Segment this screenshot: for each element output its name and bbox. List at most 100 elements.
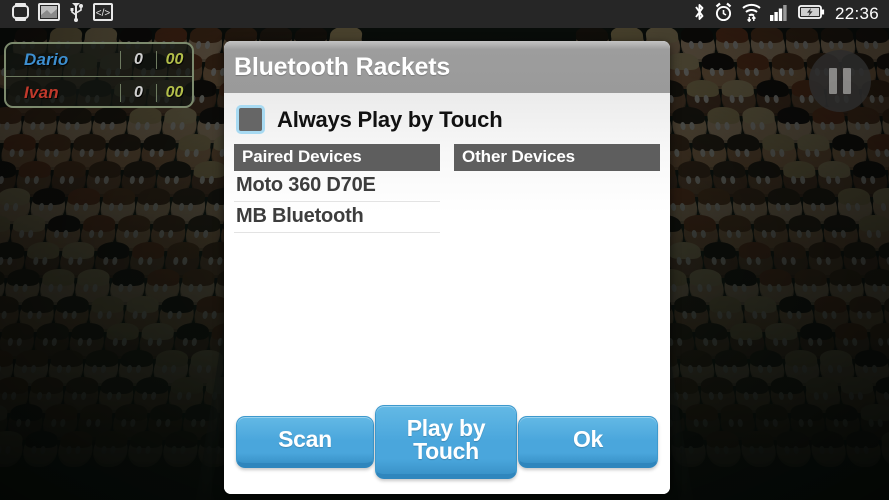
crowd-head-hair — [106, 323, 140, 340]
other-devices-column: Other Devices — [454, 144, 660, 392]
crowd-head-hair — [2, 134, 37, 151]
crowd-head — [879, 431, 889, 467]
crowd-head-hair — [787, 215, 822, 232]
crowd-head-hair — [859, 404, 889, 421]
crowd-head — [809, 431, 848, 467]
crowd-head — [704, 431, 743, 467]
crowd-head — [0, 431, 25, 467]
crowd-head — [739, 431, 778, 467]
dialog-title: Bluetooth Rackets — [234, 52, 451, 81]
crowd-head-hair — [819, 26, 854, 43]
paired-devices-list[interactable]: Moto 360 D70E MB Bluetooth — [234, 171, 440, 392]
crowd-head-hair — [857, 215, 889, 232]
crowd-head-hair — [135, 377, 170, 394]
scoreboard: Dario 0 00 Ivan 0 00 — [4, 42, 194, 108]
crowd-head-hair — [128, 107, 163, 124]
crowd-head-hair — [828, 269, 863, 286]
crowd-head-hair — [119, 26, 154, 43]
player2-games: 0 — [120, 83, 156, 102]
crowd-head-hair — [848, 296, 883, 313]
crowd-head-hair — [699, 377, 734, 394]
crowd-head-hair — [776, 107, 811, 124]
crowd-head-hair — [131, 242, 166, 259]
crowd-head-hair — [755, 80, 790, 97]
crowd-head-hair — [6, 269, 41, 286]
play-by-touch-button[interactable]: Play by Touch — [375, 405, 517, 479]
crowd-head-hair — [752, 215, 787, 232]
crowd-head-hair — [743, 296, 778, 313]
crowd-head-hair — [102, 188, 136, 205]
screenshot-icon — [38, 2, 60, 26]
crowd-head-hair — [129, 431, 164, 448]
paired-devices-header: Paired Devices — [234, 144, 440, 171]
crowd-head-hair — [734, 377, 769, 394]
crowd-head-hair — [36, 323, 70, 340]
status-bar: </> 22:36 — [0, 0, 889, 28]
crowd-head-hair — [12, 215, 47, 232]
crowd-head-hair — [23, 107, 58, 124]
crowd-head-hair — [839, 377, 874, 394]
ok-button[interactable]: Ok — [518, 416, 658, 468]
crowd-head-hair — [719, 404, 754, 421]
crowd-head-hair — [41, 269, 76, 286]
scan-button[interactable]: Scan — [236, 416, 374, 468]
crowd-head-hair — [758, 269, 793, 286]
crowd-head-hair — [166, 242, 201, 259]
other-devices-list[interactable] — [454, 171, 660, 392]
crowd-head-hair — [32, 188, 66, 205]
crowd-head-hair — [817, 161, 851, 178]
pause-button[interactable] — [809, 50, 871, 112]
crowd-head — [21, 431, 60, 467]
crowd-head-hair — [717, 215, 752, 232]
crowd-head-hair — [694, 323, 728, 340]
crowd-head-hair — [30, 377, 65, 394]
bluetooth-rackets-dialog: Bluetooth Rackets Always Play by Touch P… — [224, 41, 670, 494]
status-bar-right-icons: 22:36 — [693, 2, 889, 27]
crowd-head-hair — [793, 269, 828, 286]
crowd-head-hair — [90, 296, 125, 313]
crowd-head-hair — [76, 269, 111, 286]
crowd-head-hair — [172, 188, 206, 205]
device-list-item[interactable]: MB Bluetooth — [234, 202, 440, 233]
crowd-head-hair — [749, 350, 783, 367]
crowd-head-hair — [65, 377, 100, 394]
crowd-head-hair — [665, 53, 700, 70]
crowd-head-hair — [720, 80, 755, 97]
crowd-head-hair — [18, 161, 52, 178]
crowd-head-hair — [53, 161, 87, 178]
play-by-touch-line1: Play by — [406, 414, 486, 441]
crowd-head-hair — [667, 242, 702, 259]
crowd-head-hair — [784, 26, 819, 43]
crowd-head-hair — [189, 26, 224, 43]
play-by-touch-line2: Touch — [413, 438, 479, 464]
crowd-head-hair — [152, 215, 187, 232]
crowd-head-hair — [837, 188, 871, 205]
crowd-head-hair — [772, 242, 807, 259]
crowd-head-hair — [807, 242, 842, 259]
crowd-head-hair — [819, 350, 853, 367]
crowd-head-hair — [740, 431, 775, 448]
crowd-head-hair — [872, 188, 889, 205]
scoreboard-row-player1: Dario 0 00 — [6, 44, 192, 76]
always-play-by-touch-checkbox[interactable] — [236, 105, 265, 134]
crowd-head-hair — [0, 242, 26, 259]
crowd-head — [56, 431, 95, 467]
crowd-head-hair — [747, 161, 781, 178]
crowd-head-hair — [824, 404, 859, 421]
battery-charging-icon — [798, 4, 825, 25]
crowd-head-hair — [158, 161, 192, 178]
device-list-item[interactable]: Moto 360 D70E — [234, 171, 440, 202]
crowd-head-hair — [767, 188, 801, 205]
always-play-by-touch-label: Always Play by Touch — [277, 106, 503, 132]
crowd-head-hair — [0, 107, 23, 124]
crowd-head-hair — [96, 242, 131, 259]
always-play-by-touch-row[interactable]: Always Play by Touch — [234, 93, 660, 144]
crowd-head-hair — [770, 53, 805, 70]
crowd-head-hair — [93, 107, 128, 124]
crowd-head-hair — [761, 134, 796, 151]
crowd-head — [161, 431, 200, 467]
crowd-head-hair — [142, 134, 177, 151]
crowd-head-hair — [88, 161, 122, 178]
crowd-head-hair — [164, 431, 199, 448]
device-columns: Paired Devices Moto 360 D70E MB Bluetooth… — [234, 144, 660, 398]
